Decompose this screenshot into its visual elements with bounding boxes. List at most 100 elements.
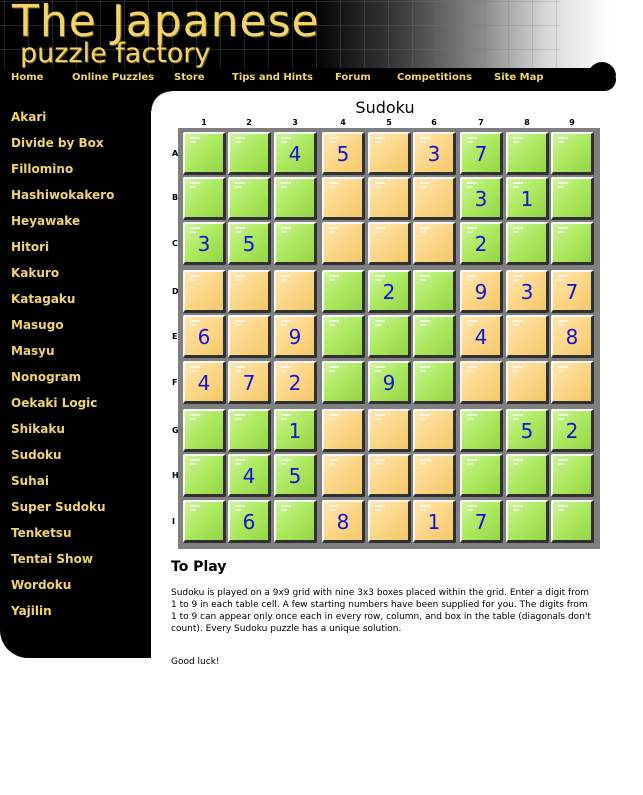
sudoku-cell-g9[interactable]: 2	[551, 409, 594, 452]
sudoku-cell-f3[interactable]: 2	[274, 361, 317, 404]
sidebar-item-yajilin[interactable]: Yajilin	[11, 604, 52, 618]
sudoku-cell-a8[interactable]	[506, 132, 549, 175]
sudoku-cell-c9[interactable]	[551, 222, 594, 265]
sidebar-item-tenketsu[interactable]: Tenketsu	[11, 526, 72, 540]
sudoku-cell-c5[interactable]	[368, 222, 411, 265]
sudoku-cell-e1[interactable]: 6	[183, 315, 226, 358]
sudoku-cell-c4[interactable]	[322, 222, 365, 265]
nav-site-map[interactable]: Site Map	[494, 72, 544, 83]
sidebar-item-oekaki-logic[interactable]: Oekaki Logic	[11, 396, 97, 410]
sudoku-cell-c7[interactable]: 2	[460, 222, 503, 265]
sidebar-item-nonogram[interactable]: Nonogram	[11, 370, 81, 384]
sudoku-cell-a3[interactable]: 4	[274, 132, 317, 175]
sidebar-item-akari[interactable]: Akari	[11, 110, 46, 124]
sudoku-cell-c3[interactable]	[274, 222, 317, 265]
sudoku-cell-c1[interactable]: 3	[183, 222, 226, 265]
nav-competitions[interactable]: Competitions	[397, 72, 472, 83]
sudoku-cell-b1[interactable]	[183, 177, 226, 220]
sudoku-cell-b7[interactable]: 3	[460, 177, 503, 220]
sudoku-cell-g1[interactable]	[183, 409, 226, 452]
sudoku-cell-g5[interactable]	[368, 409, 411, 452]
sudoku-cell-e9[interactable]: 8	[551, 315, 594, 358]
sudoku-cell-d9[interactable]: 7	[551, 270, 594, 313]
sudoku-cell-d8[interactable]: 3	[506, 270, 549, 313]
sidebar-item-masyu[interactable]: Masyu	[11, 344, 55, 358]
nav-forum[interactable]: Forum	[335, 72, 371, 83]
sudoku-cell-d1[interactable]	[183, 270, 226, 313]
sudoku-cell-a7[interactable]: 7	[460, 132, 503, 175]
sudoku-cell-h3[interactable]: 5	[274, 454, 317, 497]
sudoku-cell-f7[interactable]	[460, 361, 503, 404]
sudoku-cell-h7[interactable]	[460, 454, 503, 497]
sudoku-cell-i2[interactable]: 6	[228, 500, 271, 543]
sidebar-item-masugo[interactable]: Masugo	[11, 318, 64, 332]
sudoku-cell-b9[interactable]	[551, 177, 594, 220]
sudoku-cell-i9[interactable]	[551, 500, 594, 543]
sudoku-cell-f5[interactable]: 9	[368, 361, 411, 404]
sidebar-item-shikaku[interactable]: Shikaku	[11, 422, 65, 436]
sudoku-cell-a4[interactable]: 5	[322, 132, 365, 175]
sidebar-item-sudoku[interactable]: Sudoku	[11, 448, 62, 462]
sudoku-cell-b8[interactable]: 1	[506, 177, 549, 220]
sudoku-cell-e3[interactable]: 9	[274, 315, 317, 358]
sudoku-cell-a9[interactable]	[551, 132, 594, 175]
sidebar-item-super-sudoku[interactable]: Super Sudoku	[11, 500, 106, 514]
sudoku-cell-f1[interactable]: 4	[183, 361, 226, 404]
sudoku-cell-g2[interactable]	[228, 409, 271, 452]
sudoku-cell-e7[interactable]: 4	[460, 315, 503, 358]
sudoku-cell-h1[interactable]	[183, 454, 226, 497]
sidebar-item-hashiwokakero[interactable]: Hashiwokakero	[11, 188, 114, 202]
sudoku-cell-b4[interactable]	[322, 177, 365, 220]
nav-tips-and-hints[interactable]: Tips and Hints	[232, 72, 313, 83]
sudoku-cell-e8[interactable]	[506, 315, 549, 358]
sudoku-cell-c2[interactable]: 5	[228, 222, 271, 265]
sudoku-cell-d7[interactable]: 9	[460, 270, 503, 313]
sudoku-cell-d3[interactable]	[274, 270, 317, 313]
sudoku-cell-i8[interactable]	[506, 500, 549, 543]
sudoku-cell-i1[interactable]	[183, 500, 226, 543]
sidebar-item-tentai-show[interactable]: Tentai Show	[11, 552, 93, 566]
sudoku-cell-f9[interactable]	[551, 361, 594, 404]
sudoku-cell-h2[interactable]: 4	[228, 454, 271, 497]
sudoku-cell-d4[interactable]	[322, 270, 365, 313]
sudoku-cell-a2[interactable]	[228, 132, 271, 175]
sudoku-cell-c8[interactable]	[506, 222, 549, 265]
sidebar-item-wordoku[interactable]: Wordoku	[11, 578, 71, 592]
sudoku-cell-h8[interactable]	[506, 454, 549, 497]
sudoku-cell-e6[interactable]	[413, 315, 456, 358]
sidebar-item-suhai[interactable]: Suhai	[11, 474, 49, 488]
nav-home[interactable]: Home	[11, 72, 43, 83]
sudoku-cell-c6[interactable]	[413, 222, 456, 265]
sudoku-cell-i3[interactable]	[274, 500, 317, 543]
sudoku-cell-h9[interactable]	[551, 454, 594, 497]
sudoku-cell-g3[interactable]: 1	[274, 409, 317, 452]
sudoku-cell-g7[interactable]	[460, 409, 503, 452]
sudoku-cell-f4[interactable]	[322, 361, 365, 404]
sidebar-item-heyawake[interactable]: Heyawake	[11, 214, 80, 228]
sidebar-item-divide-by-box[interactable]: Divide by Box	[11, 136, 104, 150]
sudoku-cell-h6[interactable]	[413, 454, 456, 497]
sudoku-cell-h4[interactable]	[322, 454, 365, 497]
sudoku-cell-e4[interactable]	[322, 315, 365, 358]
sudoku-cell-b2[interactable]	[228, 177, 271, 220]
sudoku-cell-h5[interactable]	[368, 454, 411, 497]
sudoku-cell-i6[interactable]: 1	[413, 500, 456, 543]
site-logo-subtitle[interactable]: puzzle factory	[20, 38, 210, 68]
sudoku-cell-i4[interactable]: 8	[322, 500, 365, 543]
sidebar-item-fillomino[interactable]: Fillomino	[11, 162, 73, 176]
sudoku-cell-d5[interactable]: 2	[368, 270, 411, 313]
sudoku-cell-a1[interactable]	[183, 132, 226, 175]
sudoku-cell-d6[interactable]	[413, 270, 456, 313]
sudoku-cell-e5[interactable]	[368, 315, 411, 358]
sudoku-cell-g6[interactable]	[413, 409, 456, 452]
sudoku-cell-i5[interactable]	[368, 500, 411, 543]
nav-online-puzzles[interactable]: Online Puzzles	[72, 72, 154, 83]
sidebar-item-hitori[interactable]: Hitori	[11, 240, 49, 254]
sudoku-cell-g4[interactable]	[322, 409, 365, 452]
sudoku-cell-d2[interactable]	[228, 270, 271, 313]
sudoku-cell-a6[interactable]: 3	[413, 132, 456, 175]
sudoku-cell-e2[interactable]	[228, 315, 271, 358]
sidebar-item-katagaku[interactable]: Katagaku	[11, 292, 75, 306]
sudoku-cell-f2[interactable]: 7	[228, 361, 271, 404]
nav-store[interactable]: Store	[174, 72, 205, 83]
